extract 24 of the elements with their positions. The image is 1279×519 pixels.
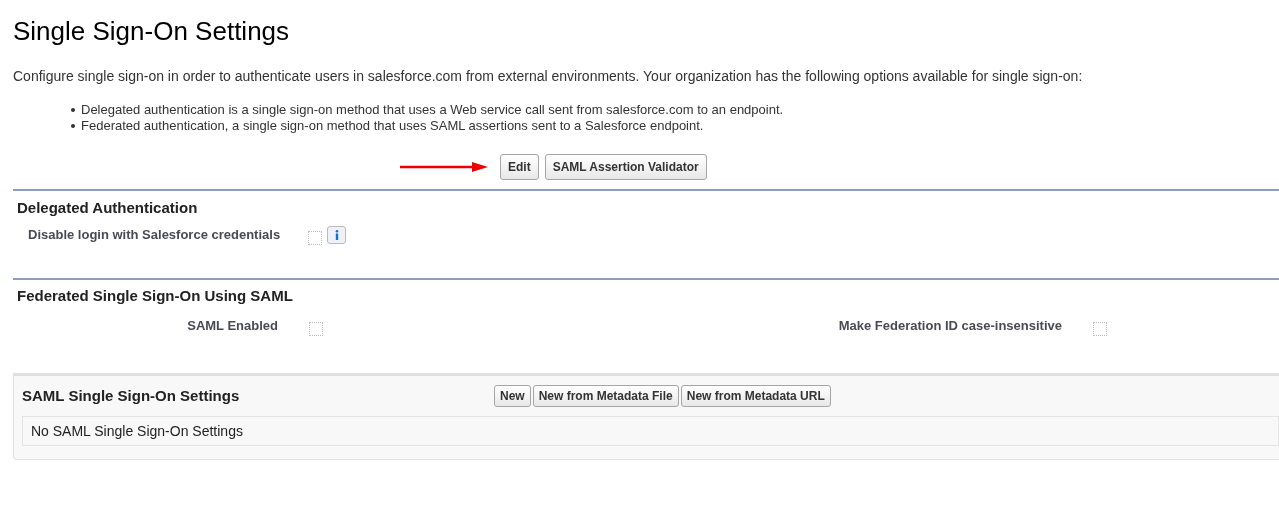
section-heading: Delegated Authentication (17, 198, 199, 218)
checkbox[interactable] (1093, 322, 1107, 336)
page-title: Single Sign-On Settings (13, 15, 291, 48)
new-button[interactable]: New (494, 385, 531, 407)
description: Configure single sign-on in order to authenticate users in salesforce.com from external environments. Your organization has the following options available for single sign-on: (13, 67, 1084, 85)
info-icon (334, 229, 339, 240)
panel-heading: SAML Single Sign-On Settings (22, 385, 241, 406)
field-label: SAML Enabled (186, 317, 278, 335)
option-text: Delegated authentication is a single sign-on method that uses a Web service call sent from salesforce.com to an endpoint. (81, 102, 784, 118)
checkbox[interactable] (308, 230, 322, 245)
new-from-metadata-button[interactable]: New from Metadata File (532, 385, 679, 407)
option-text: Federated authentication, a single sign-on method that uses SAML assertions sent to a Salesforce endpoint. (81, 118, 704, 134)
edit-button[interactable]: Edit (500, 154, 539, 180)
field-label: Make Federation ID case-insensitive (837, 317, 1062, 335)
bullet-icon (71, 108, 75, 112)
empty-message: No SAML Single Sign-On Settings (31, 421, 243, 441)
bullet-icon (71, 124, 75, 128)
info-button[interactable] (327, 225, 346, 244)
checkbox[interactable] (309, 322, 323, 336)
validator-button[interactable]: SAML Assertion Validator (544, 154, 707, 180)
field-label: Disable login with Salesforce credentials (28, 225, 282, 244)
new-from-metadata-button[interactable]: New from Metadata URL (680, 385, 831, 407)
section-heading: Federated Single Sign-On Using SAML (17, 285, 294, 306)
arrow-icon (400, 162, 488, 172)
